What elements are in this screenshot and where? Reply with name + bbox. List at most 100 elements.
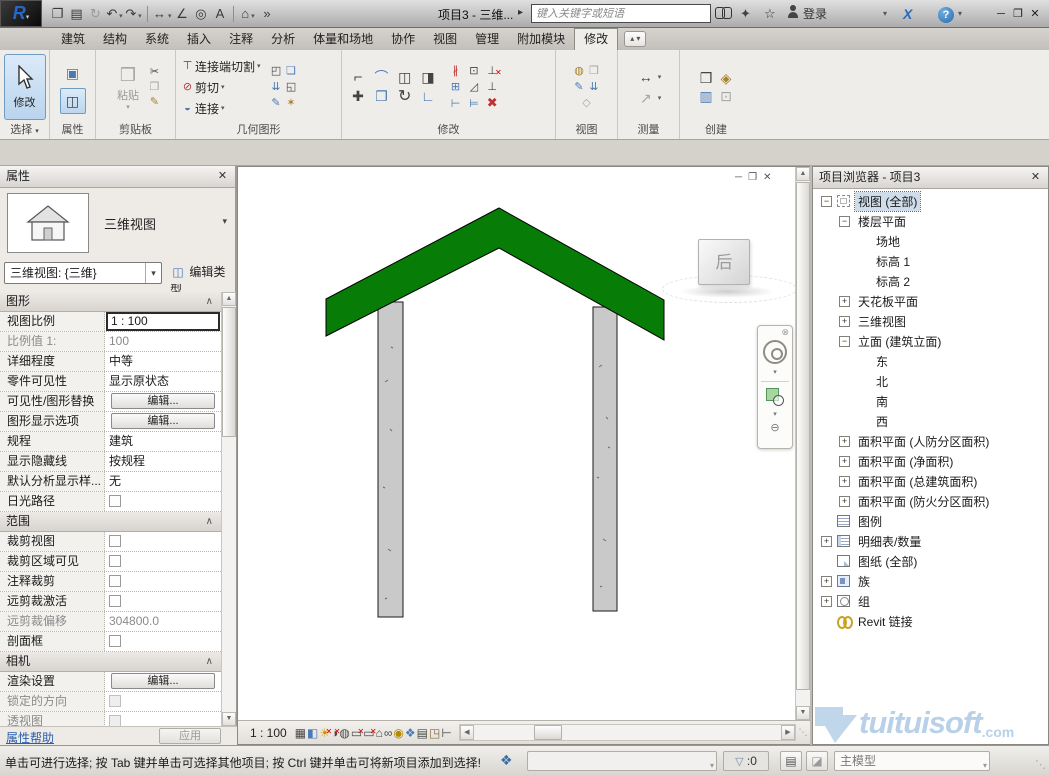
scroll-right-icon[interactable]: ▶ bbox=[781, 725, 795, 740]
tree-item-label[interactable]: 南 bbox=[873, 392, 891, 411]
rotate-icon[interactable]: ↻ bbox=[395, 88, 415, 106]
measure-panel-label[interactable]: 测量 bbox=[618, 123, 679, 139]
expand-icon[interactable]: + bbox=[821, 536, 832, 547]
collapse-icon[interactable]: − bbox=[839, 336, 850, 347]
clipboard-panel-label[interactable]: 剪贴板 bbox=[96, 123, 175, 139]
view-restore-icon[interactable]: ❐ bbox=[748, 172, 757, 183]
select-toggle-icon[interactable]: ◪ bbox=[806, 751, 828, 771]
property-value[interactable]: 建筑 bbox=[105, 432, 221, 451]
view-minimize-icon[interactable]: ─ bbox=[735, 172, 742, 183]
mirror-pick-axis-icon[interactable]: ◫ bbox=[395, 68, 415, 86]
ribbon-tab-4[interactable]: 注释 bbox=[220, 28, 262, 50]
tree-item-label[interactable]: 东 bbox=[873, 352, 891, 371]
ribbon-tab-2[interactable]: 系统 bbox=[136, 28, 178, 50]
browser-close-icon[interactable]: ✕ bbox=[1028, 170, 1043, 185]
properties-palette-title[interactable]: 属性 bbox=[0, 166, 235, 188]
thin-lines-icon[interactable]: ⇊ bbox=[587, 80, 602, 95]
navbar-collapse-icon[interactable]: ⊖ bbox=[770, 421, 779, 434]
tree-item-label[interactable]: 面积平面 (人防分区面积) bbox=[855, 432, 992, 451]
signin-user-icon[interactable] bbox=[788, 5, 798, 23]
view-scale-button[interactable]: 1 : 100 bbox=[250, 726, 287, 740]
tree-item-label[interactable]: 视图 (全部) bbox=[855, 192, 920, 211]
tree-item-label[interactable]: Revit 链接 bbox=[855, 612, 916, 631]
shadows-icon[interactable]: ◑ bbox=[331, 726, 338, 740]
measure-dropdown-icon[interactable]: ▾ bbox=[166, 13, 171, 20]
tree-item-label[interactable]: 面积平面 (净面积) bbox=[855, 452, 956, 471]
wheel-dropdown-icon[interactable]: ▾ bbox=[773, 368, 777, 376]
signin-label[interactable]: 登录 bbox=[803, 5, 827, 23]
tree-item-label[interactable]: 天花板平面 bbox=[855, 292, 921, 311]
unlocked-3d-view-icon[interactable]: ⌂ bbox=[376, 726, 383, 740]
worksets-combo[interactable]: ▾ bbox=[527, 751, 717, 771]
checkbox[interactable] bbox=[109, 495, 121, 507]
text-icon[interactable]: A bbox=[211, 5, 228, 23]
temporary-view-properties-icon[interactable]: ▤ bbox=[417, 726, 428, 740]
minimize-button[interactable]: ─ bbox=[992, 5, 1010, 23]
cut-icon[interactable]: ✂ bbox=[147, 65, 162, 80]
section-header[interactable]: 图形∧ bbox=[0, 292, 221, 312]
select-panel-label[interactable]: 选择 ▾ bbox=[0, 123, 49, 139]
expand-icon[interactable]: + bbox=[839, 496, 850, 507]
tree-item-label[interactable]: 标高 2 bbox=[873, 272, 913, 291]
visual-style-icon[interactable]: ◧ bbox=[307, 726, 318, 740]
scrollbar-thumb[interactable] bbox=[222, 307, 236, 437]
application-menu-button[interactable]: R▾ bbox=[0, 0, 42, 27]
create-similar-icon[interactable]: ◈ bbox=[716, 69, 736, 87]
properties-help-link[interactable]: 属性帮助 bbox=[6, 729, 54, 746]
ribbon-tab-0[interactable]: 建筑 bbox=[52, 28, 94, 50]
maximize-button[interactable]: ❐ bbox=[1009, 5, 1027, 23]
linework-icon[interactable]: ✎ bbox=[572, 80, 587, 95]
tree-item-label[interactable]: 图例 bbox=[855, 512, 885, 531]
view-close-icon[interactable]: ✕ bbox=[763, 172, 771, 183]
default-3d-view-icon[interactable]: ⌂ ▾ bbox=[239, 5, 256, 23]
cope-icon[interactable]: ◰ bbox=[269, 64, 284, 79]
copy-element-icon[interactable]: ❐ bbox=[371, 87, 391, 105]
property-value[interactable]: 按规程 bbox=[105, 452, 221, 471]
ribbon-tab-8[interactable]: 视图 bbox=[424, 28, 466, 50]
cut-end-tool[interactable]: ⊤连接端切割▾ bbox=[180, 56, 261, 77]
split-element-icon[interactable]: ∦ bbox=[448, 64, 463, 79]
align-icon[interactable]: ⌐ bbox=[348, 69, 368, 87]
modify-panel-label[interactable]: 修改 bbox=[342, 123, 555, 139]
help-dropdown-icon[interactable]: ▾ bbox=[958, 5, 962, 23]
ribbon-tab-6[interactable]: 体量和场地 bbox=[304, 28, 382, 50]
worksharing-display-icon[interactable]: ❖ bbox=[405, 726, 416, 740]
load-family-icon[interactable]: ▥ bbox=[696, 87, 716, 105]
collapse-chevron-icon[interactable]: ∧ bbox=[206, 292, 213, 311]
hscroll-thumb[interactable] bbox=[534, 725, 562, 740]
expand-icon[interactable]: + bbox=[839, 316, 850, 327]
create-assembly-icon[interactable]: ⊡ bbox=[716, 87, 736, 105]
paint-icon[interactable]: ✎ bbox=[269, 96, 284, 111]
geometry-panel-label[interactable]: 几何图形 bbox=[176, 123, 341, 139]
editable-only-toggle[interactable]: ▤ bbox=[780, 751, 802, 771]
drawing-area[interactable]: ─❐✕ 后 ⊗ ▾ ▾ ⊖ ▲ ▼ 1 : 100 ▦◧☀◑◍▭▭⌂∞◉❖▤◳⊢… bbox=[237, 166, 810, 745]
view-scale-input[interactable]: 1 : 100 bbox=[106, 312, 220, 331]
communication-center-icon[interactable]: ✦ bbox=[740, 5, 751, 23]
tree-item-label[interactable]: 族 bbox=[855, 572, 873, 591]
edit-button[interactable]: 编辑... bbox=[111, 393, 215, 409]
ribbon-tab-7[interactable]: 协作 bbox=[382, 28, 424, 50]
trim-extend-single-icon[interactable]: ⊢ bbox=[448, 97, 463, 112]
match-type-icon[interactable]: ✎ bbox=[147, 95, 162, 110]
tree-item-label[interactable]: 场地 bbox=[873, 232, 903, 251]
collapse-chevron-icon[interactable]: ∧ bbox=[206, 512, 213, 531]
checkbox[interactable] bbox=[109, 535, 121, 547]
create-panel-label[interactable]: 创建 bbox=[680, 123, 752, 139]
expand-icon[interactable]: + bbox=[821, 596, 832, 607]
move-icon[interactable]: ✚ bbox=[348, 87, 368, 105]
expand-icon[interactable]: + bbox=[839, 296, 850, 307]
tree-item-label[interactable]: 西 bbox=[873, 412, 891, 431]
delete-icon[interactable]: ✖ bbox=[485, 95, 500, 110]
demolish-hammer-icon[interactable]: ✶ bbox=[284, 96, 299, 111]
tag-by-category-icon[interactable]: ◎ bbox=[192, 5, 209, 23]
default-3d-view-dropdown-icon[interactable]: ▾ bbox=[249, 13, 254, 20]
crop-region-icon[interactable]: ▭ bbox=[363, 726, 374, 740]
sun-path-icon[interactable]: ☀ bbox=[319, 726, 330, 740]
type-properties-button[interactable]: ◫ bbox=[60, 88, 86, 114]
worksets-status-icon[interactable]: ❖ bbox=[500, 752, 513, 769]
properties-palette-button[interactable]: ▣ bbox=[60, 60, 86, 86]
vertical-scrollbar[interactable]: ▲ ▼ bbox=[795, 167, 810, 720]
property-value[interactable]: 显示原状态 bbox=[105, 372, 221, 391]
mirror-draw-axis-icon[interactable]: ◨ bbox=[418, 68, 438, 86]
tree-item-label[interactable]: 立面 (建筑立面) bbox=[855, 332, 944, 351]
